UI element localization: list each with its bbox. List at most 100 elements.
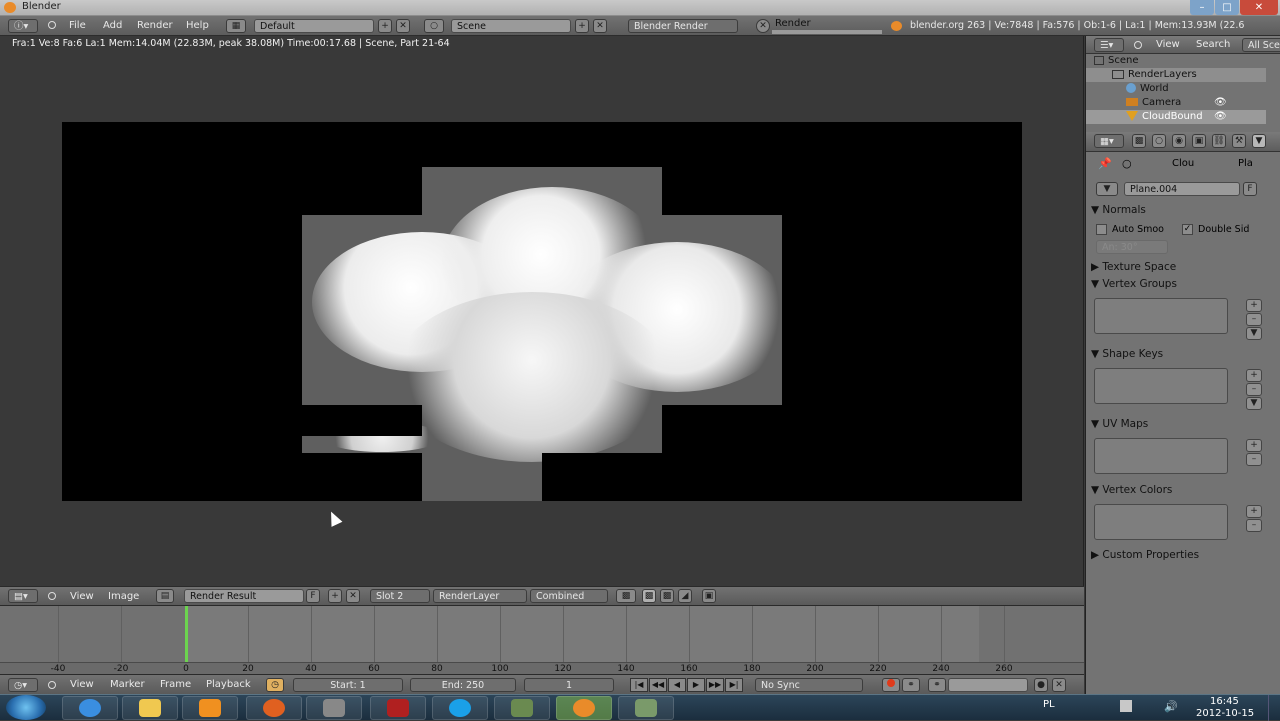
show-desktop-button[interactable] <box>1268 695 1280 721</box>
panel-shape-keys[interactable]: ▼ Shape Keys <box>1091 348 1271 360</box>
taskbar-ie-button[interactable] <box>62 696 118 720</box>
remove-vertex-group-button[interactable]: – <box>1246 313 1262 326</box>
prev-keyframe-button[interactable]: ◀◀ <box>649 678 667 692</box>
render-result-canvas[interactable] <box>62 122 1022 501</box>
properties-editor-type-button[interactable]: ▦▾ <box>1094 134 1124 148</box>
network-icon[interactable] <box>1120 700 1132 712</box>
timeline-editor-type-button[interactable]: ◷▾ <box>8 678 38 692</box>
new-image-button[interactable]: + <box>328 589 342 603</box>
outliner-row-world[interactable]: World <box>1086 82 1266 96</box>
browse-image-icon[interactable]: ▤ <box>156 589 174 603</box>
add-vertex-color-button[interactable]: + <box>1246 505 1262 518</box>
taskbar-firefox-button[interactable] <box>246 696 302 720</box>
timeline-area[interactable]: -40 -20 0 20 40 60 80 100 120 140 160 18… <box>0 606 1084 674</box>
render-pass-select[interactable]: Combined <box>530 589 608 603</box>
visibility-eye-icon[interactable]: 👁 <box>1214 96 1227 110</box>
menu-marker[interactable]: Marker <box>110 679 145 690</box>
uv-maps-list[interactable] <box>1094 438 1228 474</box>
insert-keyframe-button[interactable]: ● <box>1034 678 1048 692</box>
taskbar-app3-button[interactable] <box>494 696 550 720</box>
modifiers-tab-icon[interactable]: ⚒ <box>1232 134 1246 148</box>
panel-custom-properties[interactable]: ▶ Custom Properties <box>1091 549 1271 561</box>
keying-set-icon[interactable]: ⚭ <box>902 678 920 692</box>
menu-view[interactable]: View <box>70 679 94 690</box>
outliner-row-cloudbound[interactable]: CloudBound 👁 <box>1086 110 1266 124</box>
menu-file[interactable]: File <box>69 20 86 31</box>
maximize-button[interactable]: □ <box>1215 0 1239 15</box>
minimize-button[interactable]: – <box>1190 0 1214 15</box>
jump-start-button[interactable]: |◀ <box>630 678 648 692</box>
preview-range-icon[interactable]: ◷ <box>266 678 284 692</box>
panel-uv-maps[interactable]: ▼ UV Maps <box>1091 418 1271 430</box>
language-indicator[interactable]: PL <box>1043 699 1055 710</box>
add-uv-map-button[interactable]: + <box>1246 439 1262 452</box>
keying-set-field[interactable] <box>948 678 1028 692</box>
editor-type-button[interactable]: ⓘ▾ <box>8 19 38 33</box>
mesh-fake-user-button[interactable]: F <box>1243 182 1257 196</box>
add-layout-button[interactable]: + <box>378 19 392 33</box>
menu-playback[interactable]: Playback <box>206 679 251 690</box>
outliner-row-scene[interactable]: Scene <box>1094 54 1274 68</box>
outliner-editor-type-button[interactable]: ☰▾ <box>1094 38 1124 52</box>
image-name-field[interactable]: Render Result <box>184 589 304 603</box>
draw-zbuffer-icon[interactable]: ◢ <box>678 589 692 603</box>
render-tab-icon[interactable]: ▩ <box>1132 134 1146 148</box>
mesh-data-tab-icon[interactable]: ▼ <box>1252 134 1266 148</box>
fake-user-button[interactable]: F <box>306 589 320 603</box>
start-button[interactable] <box>6 695 46 720</box>
delete-keyframe-button[interactable]: ✕ <box>1052 678 1066 692</box>
panel-vertex-colors[interactable]: ▼ Vertex Colors <box>1091 484 1271 496</box>
visibility-eye-icon[interactable]: 👁 <box>1214 110 1227 124</box>
shape-keys-list[interactable] <box>1094 368 1228 404</box>
menu-view[interactable]: View <box>70 591 94 602</box>
clock-time[interactable]: 16:45 <box>1210 696 1239 707</box>
scene-tab-icon[interactable]: ○ <box>1152 134 1166 148</box>
collapse-menu-icon[interactable] <box>48 21 56 29</box>
cancel-render-button[interactable]: ✕ <box>756 19 770 33</box>
panel-vertex-groups[interactable]: ▼ Vertex Groups <box>1091 278 1271 290</box>
display-mode-select[interactable]: All Scenes <box>1242 38 1280 52</box>
clock-date[interactable]: 2012-10-15 <box>1196 708 1254 719</box>
remove-uv-map-button[interactable]: – <box>1246 453 1262 466</box>
taskbar-app2-button[interactable] <box>370 696 426 720</box>
panel-texture-space[interactable]: ▶ Texture Space <box>1091 261 1271 273</box>
taskbar-skype-button[interactable] <box>432 696 488 720</box>
collapse-menu-icon[interactable] <box>48 592 56 600</box>
mesh-browse-icon[interactable]: ▼ <box>1096 182 1118 196</box>
menu-add[interactable]: Add <box>103 20 122 31</box>
draw-color-icon[interactable]: ▩ <box>642 589 656 603</box>
render-slot-icon[interactable]: ▣ <box>702 589 716 603</box>
remove-layout-button[interactable]: ✕ <box>396 19 410 33</box>
add-scene-button[interactable]: + <box>575 19 589 33</box>
auto-smooth-checkbox[interactable] <box>1096 224 1107 235</box>
menu-frame[interactable]: Frame <box>160 679 191 690</box>
current-frame-field[interactable]: 1 <box>524 678 614 692</box>
taskbar-blender-button[interactable] <box>556 696 612 720</box>
screen-layout-field[interactable]: Default <box>254 19 374 33</box>
vertex-group-menu-button[interactable]: ▼ <box>1246 327 1262 340</box>
outliner-row-camera[interactable]: Camera 👁 <box>1086 96 1266 110</box>
constraints-tab-icon[interactable]: ⛓ <box>1212 134 1226 148</box>
add-shape-key-button[interactable]: + <box>1246 369 1262 382</box>
taskbar-app1-button[interactable] <box>306 696 362 720</box>
current-frame-cursor[interactable] <box>185 606 188 664</box>
jump-end-button[interactable]: ▶| <box>725 678 743 692</box>
collapse-menu-icon[interactable] <box>48 681 56 689</box>
end-frame-field[interactable]: End: 250 <box>410 678 516 692</box>
auto-smooth-angle-field[interactable]: An: 30° <box>1096 240 1168 254</box>
vertex-colors-list[interactable] <box>1094 504 1228 540</box>
scene-field[interactable]: Scene <box>451 19 571 33</box>
taskbar-explorer-button[interactable] <box>122 696 178 720</box>
panel-normals[interactable]: ▼ Normals <box>1091 204 1271 216</box>
record-button[interactable] <box>882 678 900 692</box>
menu-render[interactable]: Render <box>137 20 173 31</box>
taskbar-app4-button[interactable] <box>618 696 674 720</box>
taskbar-mediaplayer-button[interactable] <box>182 696 238 720</box>
pin-icon[interactable]: 📌 <box>1098 157 1112 170</box>
remove-scene-button[interactable]: ✕ <box>593 19 607 33</box>
image-editor-type-button[interactable]: ▤▾ <box>8 589 38 603</box>
unlink-image-button[interactable]: ✕ <box>346 589 360 603</box>
remove-shape-key-button[interactable]: – <box>1246 383 1262 396</box>
render-layer-select[interactable]: RenderLayer <box>433 589 527 603</box>
menu-view[interactable]: View <box>1156 39 1180 50</box>
